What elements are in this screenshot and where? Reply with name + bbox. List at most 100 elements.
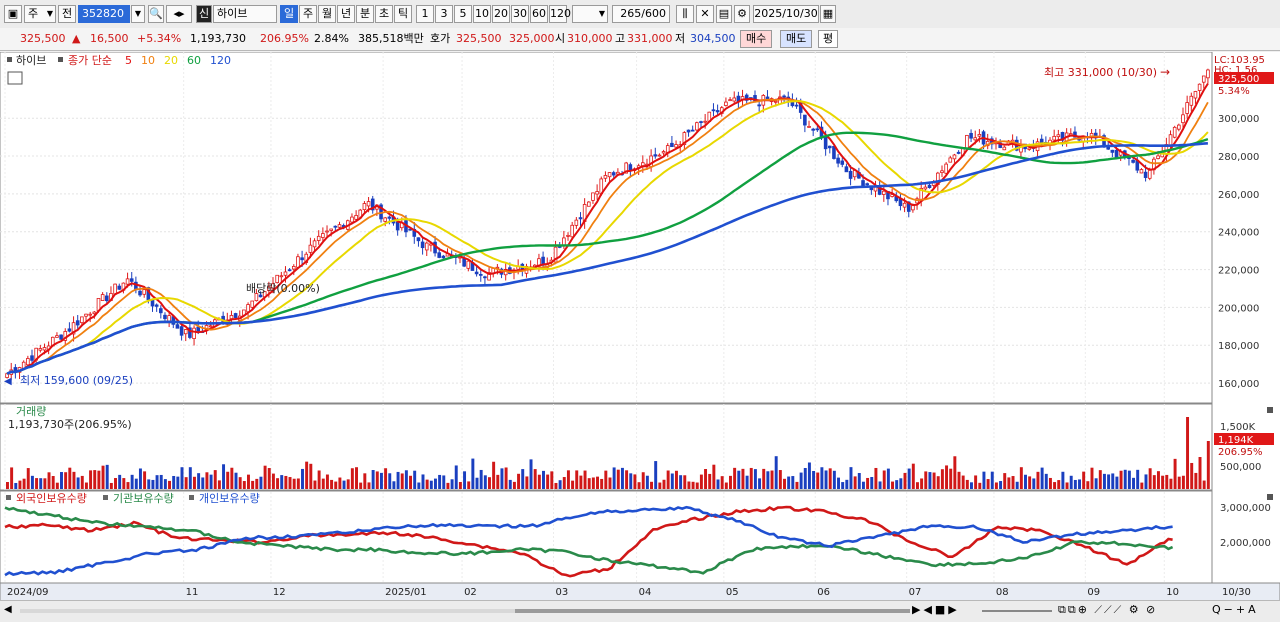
volume-bar <box>259 476 263 489</box>
volume-bar <box>76 477 80 489</box>
period-tab-1[interactable]: 주 <box>299 5 317 23</box>
stock-code-input[interactable]: 352820 <box>78 5 130 23</box>
high-label: 고 <box>615 32 626 45</box>
count-field[interactable]: 265/600 <box>612 5 670 23</box>
holdings-legend-1: 기관보유수량 <box>113 492 174 505</box>
x-axis-label: 06 <box>817 587 830 598</box>
date-field[interactable]: 2025/10/30 <box>753 5 819 23</box>
calendar-icon[interactable]: ▦ <box>820 5 836 23</box>
volume-bar <box>895 480 899 489</box>
minute-tab-3[interactable]: 10 <box>473 5 491 23</box>
avg-button[interactable]: 평 <box>818 30 839 48</box>
period-tab-3[interactable]: 년 <box>337 5 355 23</box>
x-axis-label: 11 <box>186 587 199 598</box>
crosshair-icon[interactable]: ✕ <box>696 5 714 23</box>
volume-bar <box>429 480 433 489</box>
volume-bar <box>932 472 936 489</box>
stock-name-field[interactable]: 하이브 <box>213 5 277 23</box>
scrollbar-track[interactable] <box>20 609 910 613</box>
period-select[interactable]: 주 ▼ <box>24 5 56 23</box>
playback-controls[interactable]: ▶◀■▶ <box>912 603 960 616</box>
volume-bar <box>172 475 176 489</box>
volume-bar <box>1115 476 1119 489</box>
period-tab-6[interactable]: 틱 <box>394 5 412 23</box>
candle-body <box>333 225 338 228</box>
stock-chart-svg[interactable]: 300,000 280,000 260,000 240,000 220,000 200,0… <box>0 51 1280 602</box>
volume-bar <box>93 470 97 489</box>
scroll-left-icon[interactable]: ◀ <box>4 604 12 615</box>
volume-bar <box>853 476 857 489</box>
jeon-button[interactable]: 전 <box>58 5 76 23</box>
volume-bar <box>899 478 903 489</box>
candle-body <box>233 313 238 318</box>
open-label: 시 <box>555 32 566 45</box>
candle-body <box>1052 135 1056 141</box>
volume-bar <box>80 475 84 489</box>
volume-bar <box>911 463 915 489</box>
volume-bar <box>575 470 579 489</box>
save-icon[interactable]: ▤ <box>716 5 732 23</box>
period-tab-5[interactable]: 초 <box>375 5 393 23</box>
candle-body <box>208 325 213 328</box>
sell-button[interactable]: 매도 <box>780 30 813 48</box>
volume-bar <box>1090 467 1094 489</box>
volume-bar <box>134 478 138 489</box>
volume-bar <box>849 467 853 489</box>
volume-bar <box>114 478 117 489</box>
period-tab-0[interactable]: 일 <box>280 5 298 23</box>
x-axis-label: 05 <box>726 587 739 598</box>
volume-bar <box>201 477 205 489</box>
volume-bar <box>704 469 708 489</box>
candle-body <box>1131 159 1135 163</box>
drawing-tools[interactable]: ⧉⧉⊕ ⟋⟋⟋ ⚙ ⊘ <box>1058 603 1157 617</box>
volume-bar <box>936 476 940 489</box>
x-axis-label: 12 <box>273 587 286 598</box>
volume-bar <box>496 474 500 489</box>
candle-body <box>956 151 961 154</box>
volume-bar <box>795 481 799 489</box>
candle-body <box>757 104 761 107</box>
volume-bar <box>525 476 529 489</box>
high-arrow-icon: → <box>1160 65 1170 79</box>
volume-bar <box>1177 476 1181 489</box>
candle-body <box>1201 75 1206 83</box>
volume-bar <box>197 473 201 489</box>
minute-tab-2[interactable]: 5 <box>454 5 472 23</box>
candle-body <box>138 290 142 296</box>
volume-bar <box>18 480 22 489</box>
pct-tag-label: 5.34% <box>1218 86 1250 97</box>
minute-tab-0[interactable]: 1 <box>416 5 434 23</box>
x-axis-label: 10 <box>1166 587 1179 598</box>
chart-area[interactable]: 300,000 280,000 260,000 240,000 220,000 200,0… <box>0 51 1280 602</box>
minute-custom-select[interactable]: ▼ <box>572 5 608 23</box>
period-tab-4[interactable]: 분 <box>356 5 374 23</box>
volume-bar <box>1057 480 1061 489</box>
volume-bar <box>346 479 350 489</box>
gear-icon[interactable]: ⚙ <box>734 5 750 23</box>
holdings-legend: 외국인보유수량 기관보유수량 개인보유수량 <box>6 492 260 505</box>
volume-bar <box>982 471 986 489</box>
search-icon[interactable]: 🔍 <box>148 5 164 23</box>
volume-bar <box>68 467 72 489</box>
zoom-slider[interactable] <box>982 610 1052 612</box>
candle-body <box>578 217 583 220</box>
buy-button[interactable]: 매수 <box>740 30 773 48</box>
candle-body <box>366 201 371 207</box>
code-dropdown-icon[interactable]: ▼ <box>131 5 145 23</box>
zoom-controls[interactable]: Q−+A <box>1212 603 1259 616</box>
volume-bar <box>176 476 180 489</box>
sin-badge[interactable]: 신 <box>196 5 212 23</box>
minute-tab-4[interactable]: 20 <box>492 5 510 23</box>
candle-icon[interactable]: ⫼ <box>676 5 694 23</box>
volume-bar <box>758 478 762 489</box>
minute-tab-5[interactable]: 30 <box>511 5 529 23</box>
scrollbar-thumb[interactable] <box>515 609 910 613</box>
window-icon[interactable]: ▣ <box>4 5 22 23</box>
minute-tab-7[interactable]: 120 <box>549 5 571 23</box>
minute-tab-1[interactable]: 3 <box>435 5 453 23</box>
volume-bar <box>14 482 18 489</box>
low-label: 저 <box>675 32 686 45</box>
minute-tab-6[interactable]: 60 <box>530 5 548 23</box>
period-tab-2[interactable]: 월 <box>318 5 336 23</box>
speaker-icon[interactable]: ◂▸ <box>166 5 192 23</box>
